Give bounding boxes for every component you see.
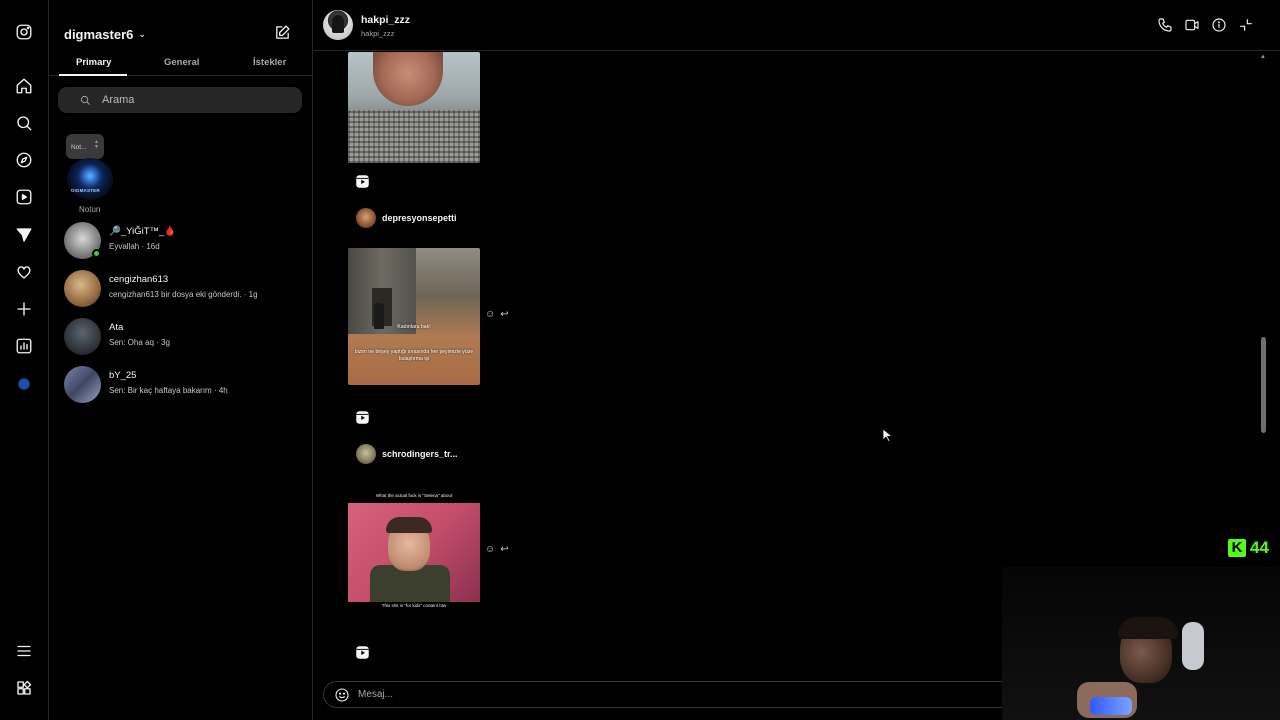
message-input[interactable]: Mesaj... [323,681,1013,708]
reel-caption-bottom: This shit is "for kids" content btw [381,603,447,608]
webcam-hair [1118,617,1178,639]
note-label: Notun [79,205,101,214]
active-tab-indicator [59,74,127,76]
messages-icon[interactable] [12,223,36,247]
thread-item[interactable]: Ata Sen: Oha aq · 3g [49,314,313,362]
account-name: digmaster6 [64,27,134,42]
meta-apps-icon[interactable] [12,676,36,700]
avatar [64,270,101,307]
thread-item[interactable]: bY_25 Sen: Bir kaç haftaya bakarım · 4h [49,362,313,410]
reel-icon[interactable] [355,410,371,426]
message-placeholder: Mesaj... [358,689,394,700]
headset-icon [1182,622,1204,670]
reel-sender[interactable]: schrodingers_tr... [356,444,458,464]
sender-name: schrodingers_tr... [382,449,458,459]
reel-caption-top: What the actual fuck is "Selena" about [375,493,453,498]
message-actions: ☺ ↩ [485,309,509,320]
reels-icon[interactable] [12,185,36,209]
reel-thumbnail-subject [373,52,443,106]
stream-viewer-badge: K 44 [1228,538,1269,558]
search-icon [80,95,90,105]
viewer-count: 44 [1250,538,1269,557]
minimize-icon[interactable] [1238,17,1256,35]
thread-item[interactable]: 🔎_YiĞiT™_🩸 Eyvallah · 16d [49,218,313,266]
reel-icon[interactable] [355,645,371,661]
info-icon[interactable] [1211,17,1229,35]
thread-name: 🔎_YiĞiT™_🩸 [109,226,177,237]
thread-preview: Sen: Bir kaç haftaya bakarım · 4h [109,386,228,395]
thread-name: Ata [109,322,124,333]
tab-primary[interactable]: Primary [76,57,111,68]
chevron-down-icon: ⌄ [138,29,146,39]
contact-name[interactable]: hakpi_zzz [361,14,410,26]
reel-thumbnail-grid [348,110,480,163]
inbox-tabs: Primary General İstekler [49,52,313,76]
expand-arrows-icon: ▲ ▼ [94,139,99,150]
thread-preview: cengizhan613 bir dosya eki gönderdi. · 1… [109,290,258,299]
search-icon[interactable] [12,111,36,135]
scrollbar-thumb[interactable] [1261,337,1266,433]
thread-item[interactable]: cengizhan613 cengizhan613 bir dosya eki … [49,266,313,314]
reply-icon[interactable]: ↩ [500,309,508,320]
reel-icon[interactable] [355,174,371,190]
my-note[interactable]: Not... ▲ ▼ DIGMASTER Notun [65,134,115,216]
webcam-overlay [1002,567,1280,720]
explore-icon[interactable] [12,148,36,172]
nav-rail [0,0,49,720]
contact-username: hakpi_zzz [361,29,395,38]
thread-preview: Sen: Oha aq · 3g [109,338,170,347]
react-icon[interactable]: ☺ [485,309,495,320]
emoji-icon[interactable] [334,687,350,703]
thread-name: bY_25 [109,370,137,381]
phone-icon[interactable] [1157,17,1175,35]
scroll-up-icon[interactable]: ▲ [1260,54,1266,60]
reel-caption-bottom: bizim ne birşey yaptığı sırasında her şe… [354,349,474,362]
account-switcher[interactable]: digmaster6 ⌄ [64,27,146,42]
conversation-header: hakpi_zzz hakpi_zzz [313,0,1280,51]
home-icon[interactable] [12,74,36,98]
reel-thumbnail[interactable] [348,52,480,163]
sender-name: depresyonsepetti [382,213,457,223]
avatar [64,318,101,355]
wolf-logo-icon [78,164,102,188]
avatar-brand-text: DIGMASTER [71,188,100,193]
avatar[interactable] [323,10,353,40]
dashboard-icon[interactable] [12,334,36,358]
reel-thumbnail-hair [386,517,432,533]
tab-general[interactable]: General [164,57,199,68]
note-bubble-text: Not... [71,144,87,151]
online-indicator [92,249,101,258]
thread-preview: Eyvallah · 16d [109,242,160,251]
avatar[interactable]: DIGMASTER [67,158,113,200]
kick-logo-icon: K [1228,539,1246,557]
tab-requests[interactable]: İstekler [253,57,286,68]
reel-thumbnail[interactable]: What the actual fuck is "Selena" about T… [348,493,480,610]
search-placeholder: Arama [102,94,135,106]
create-icon[interactable] [12,297,36,321]
menu-icon[interactable] [12,639,36,663]
message-actions: ☺ ↩ [485,544,509,555]
reel-sender[interactable]: depresyonsepetti [356,208,457,228]
avatar [64,366,101,403]
mouse-cursor-icon [882,428,894,442]
avatar [356,208,376,228]
compose-icon[interactable] [274,24,292,42]
video-call-icon[interactable] [1184,17,1202,35]
reel-caption-top: Kadınlara bak! [397,324,431,330]
instagram-dm-window: digmaster6 ⌄ Primary General İstekler Ar… [0,0,1280,720]
search-input[interactable]: Arama [58,87,302,113]
note-bubble[interactable]: Not... ▲ ▼ [66,134,104,159]
inbox-panel: digmaster6 ⌄ Primary General İstekler Ar… [49,0,313,720]
reel-thumbnail[interactable]: Kadınlara bak! bizim ne birşey yaptığı s… [348,248,480,385]
instagram-icon[interactable] [12,20,36,44]
thread-name: cengizhan613 [109,274,169,285]
profile-icon[interactable] [12,372,36,396]
reply-icon[interactable]: ↩ [500,544,508,555]
notifications-icon[interactable] [12,260,36,284]
react-icon[interactable]: ☺ [485,544,495,555]
reel-thumbnail-image [348,503,480,602]
avatar [356,444,376,464]
controller-icon [1090,697,1132,715]
